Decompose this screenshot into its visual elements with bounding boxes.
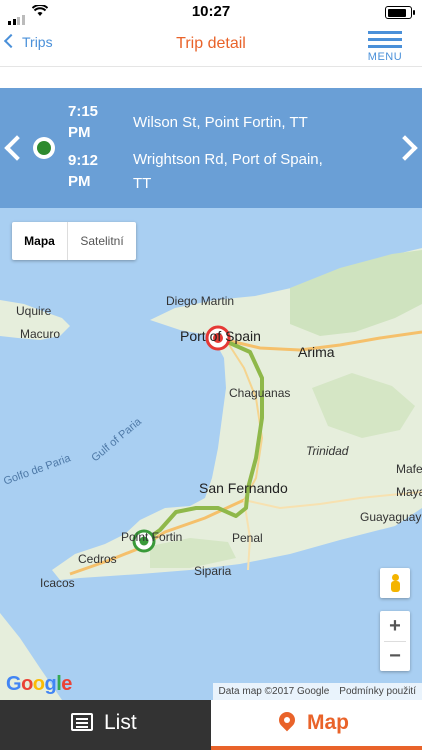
map-pin-icon (275, 708, 299, 732)
map-label: Trinidad (306, 444, 349, 458)
map-label: Point Fortin (121, 530, 183, 544)
map-data-credit: Data map ©2017 Google (218, 686, 330, 697)
hamburger-icon (366, 31, 404, 48)
depart-time: 7:15 PM (68, 103, 99, 141)
menu-button[interactable]: MENU (366, 31, 404, 63)
map-label: Cedros (78, 552, 117, 566)
map-label: Penal (232, 531, 263, 545)
zoom-control: + − (380, 611, 410, 671)
menu-label: MENU (367, 51, 403, 63)
map-label: Diego Martin (166, 294, 235, 308)
trip-summary: 7:15 PM Wilson St, Point Fortin, TT 9:12 P… (0, 88, 422, 208)
map-type-satellite-button[interactable]: Satelitní (68, 222, 136, 260)
map-label: Uquire (16, 304, 52, 318)
map-label: Icacos (40, 576, 75, 590)
map-label: San Fernando (199, 480, 288, 496)
zoom-in-button[interactable]: + (380, 611, 410, 641)
map-type-map-button[interactable]: Mapa (12, 222, 68, 260)
status-time: 10:27 (191, 3, 231, 20)
tab-map-label: Map (307, 711, 349, 734)
map-label: Siparia (194, 564, 232, 578)
google-logo: Google (6, 673, 72, 695)
map-view[interactable]: Mapa Satelitní Uquire Macuro Diego Marti… (0, 208, 422, 700)
map-label: Maya (396, 485, 422, 499)
depart-address: Wilson St, Point Fortin, TT (133, 114, 308, 131)
tab-list[interactable]: List (0, 700, 211, 750)
navigation-bar: Trips Trip detail MENU (0, 24, 422, 67)
next-trip-button[interactable] (392, 135, 418, 161)
map-label: Mafe (396, 462, 422, 476)
tab-map[interactable]: Map (211, 700, 422, 750)
previous-trip-button[interactable] (4, 135, 30, 161)
street-view-pegman-icon[interactable] (380, 568, 410, 598)
battery-icon (385, 6, 415, 19)
status-bar: 10:27 (0, 0, 422, 25)
bottom-tab-bar: List Map (0, 700, 422, 750)
page-title: Trip detail (176, 35, 246, 52)
map-label: Macuro (20, 327, 61, 341)
map-attribution: Data map ©2017 Google Podmínky použití (212, 683, 422, 700)
zoom-out-button[interactable]: − (380, 641, 410, 671)
tab-list-label: List (104, 711, 137, 734)
list-icon (71, 713, 93, 731)
map-label: Arima (298, 344, 335, 360)
terms-link[interactable]: Podmínky použití (339, 686, 416, 697)
start-point-icon (33, 137, 55, 159)
map-type-toggle: Mapa Satelitní (12, 222, 136, 260)
arrive-address: Wrightson Rd, Port of Spain, TT (133, 151, 323, 192)
arrive-time: 9:12 PM (68, 152, 99, 190)
map-label: Port of Spain (180, 328, 261, 344)
map-label: Guayaguay (360, 510, 422, 524)
map-label: Chaguanas (229, 386, 291, 400)
